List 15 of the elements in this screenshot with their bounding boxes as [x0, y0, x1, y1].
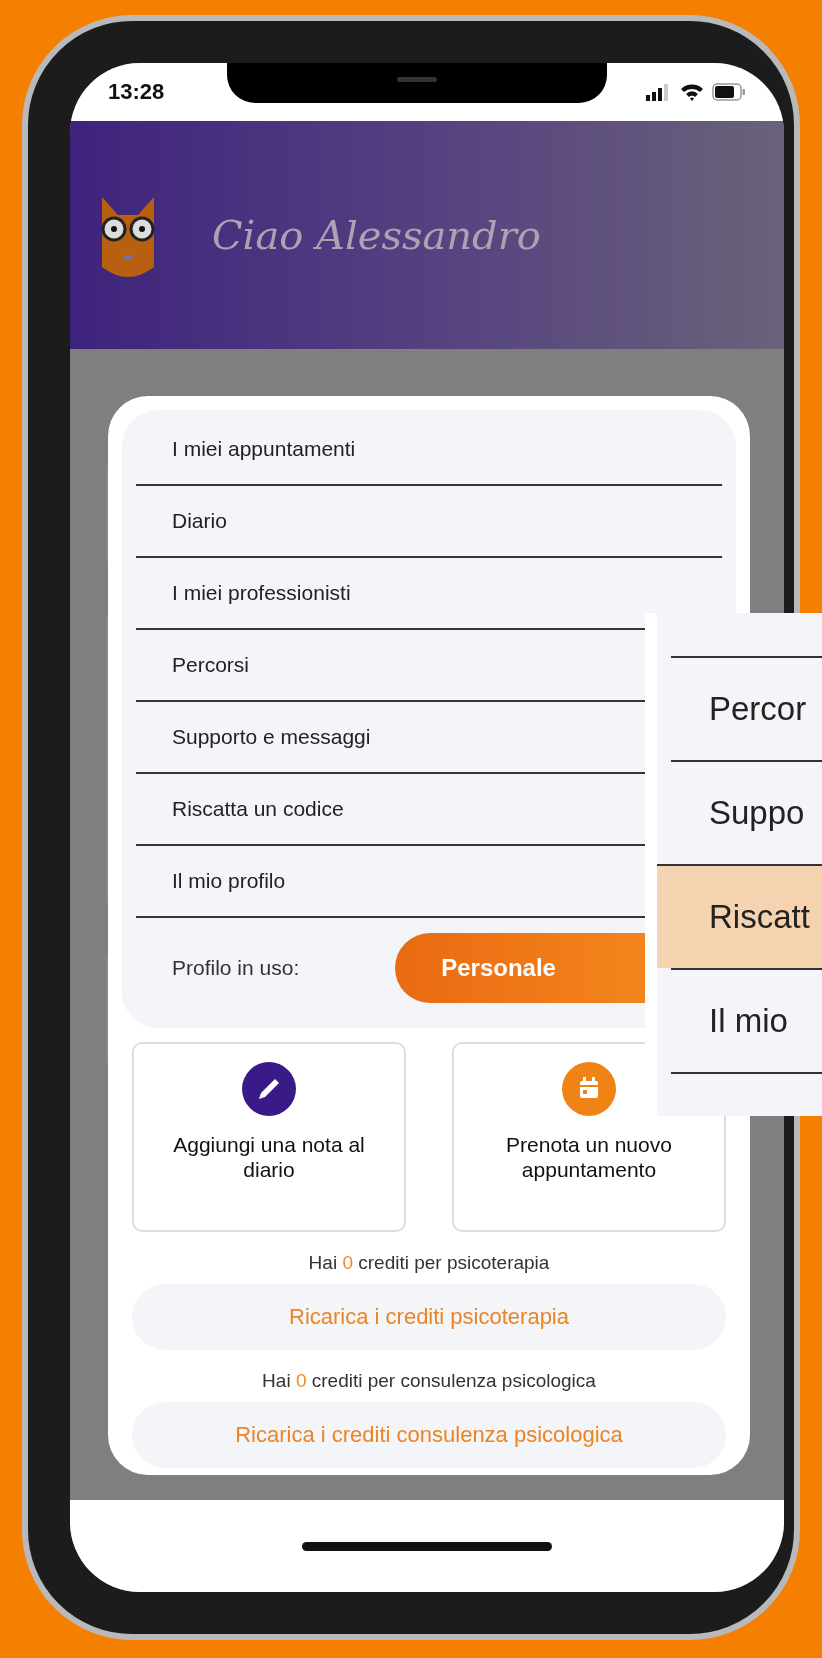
menu-item[interactable]: Il mio [671, 968, 822, 1074]
credits-text: Hai 0 crediti per consulenza psicologica [261, 1370, 597, 1392]
status-time: 13:28 [108, 79, 165, 105]
menu-item[interactable]: I miei appuntamenti [136, 414, 722, 486]
profile-label: Profilo in uso: [172, 956, 300, 980]
menu-item[interactable]: Riscatt [657, 864, 822, 968]
greeting-title: Ciao Alessandro [212, 212, 541, 258]
calendar-icon [562, 1062, 616, 1116]
menu-item[interactable]: Percor [671, 656, 822, 760]
action-card[interactable]: Aggiungi una nota al diario [132, 1042, 406, 1232]
wifi-icon [680, 83, 704, 101]
pencil-icon [242, 1062, 296, 1116]
credits-text: Hai 0 crediti per psicoterapia [307, 1252, 551, 1274]
battery-icon [712, 83, 746, 101]
menu-item[interactable]: Diario [136, 486, 722, 558]
